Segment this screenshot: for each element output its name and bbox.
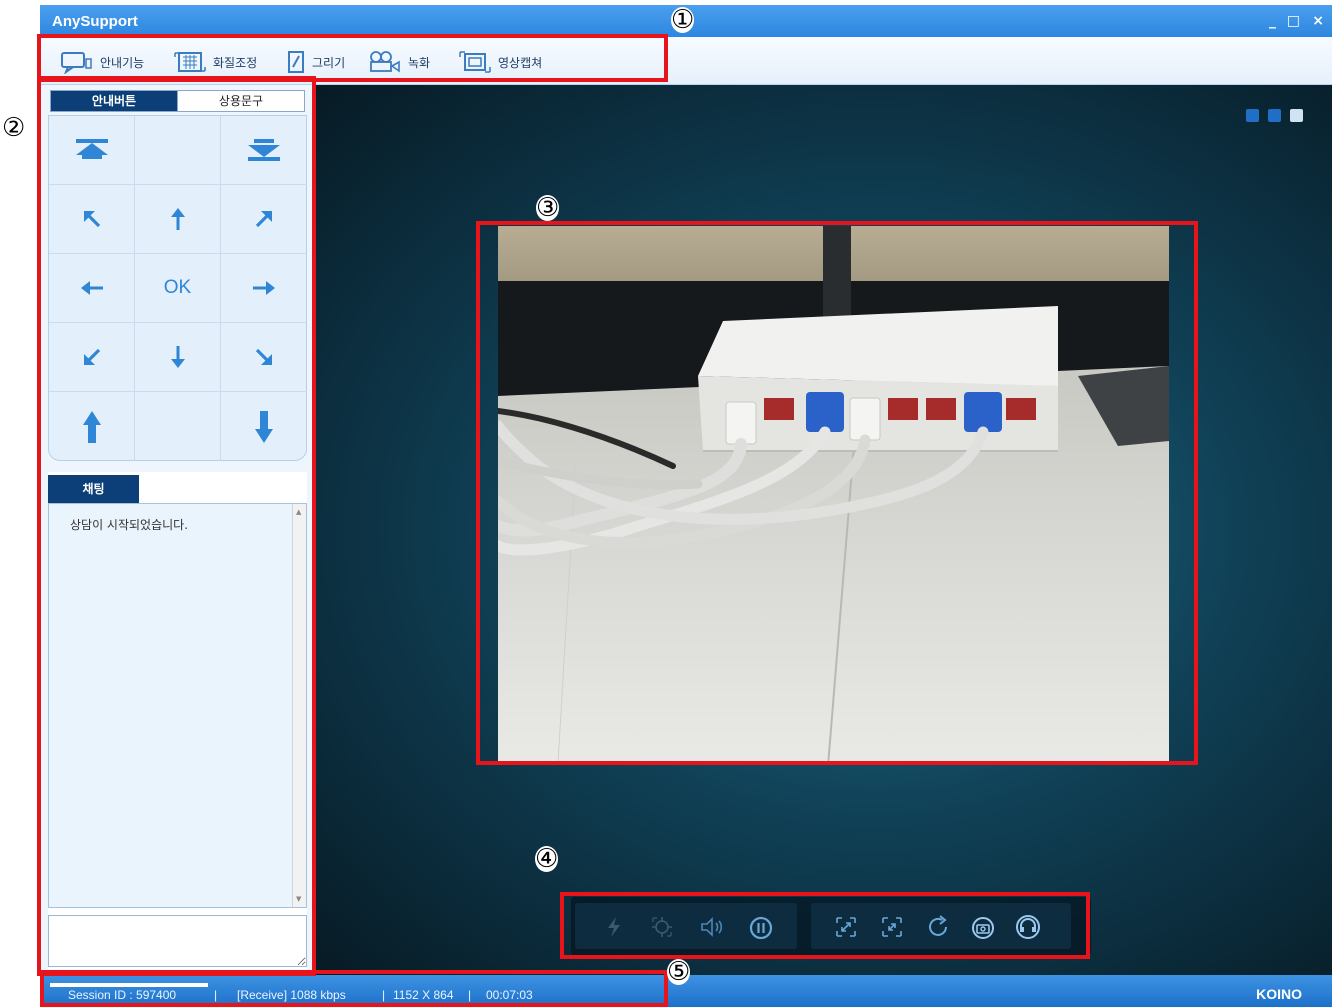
maximize-button[interactable]: □ [1287,13,1300,29]
callout-4: ④ [535,844,559,874]
minimize-button[interactable]: _ [1269,13,1276,29]
close-button[interactable]: × [1312,13,1324,29]
highlight-box-video [476,221,1198,765]
highlight-box-toolbar [37,34,668,82]
layout-button-2[interactable] [1268,109,1281,122]
callout-1: ① [671,5,695,35]
highlight-box-controls [560,892,1090,959]
highlight-box-status [40,970,668,1007]
layout-buttons [1246,107,1308,125]
layout-button-1[interactable] [1246,109,1259,122]
application-window: { "window": { "title": "AnySupport", "co… [0,0,1332,1007]
layout-button-3[interactable] [1290,109,1303,122]
callout-5: ⑤ [667,957,691,987]
callout-2: ② [2,113,26,143]
highlight-box-left-panel [37,76,316,976]
callout-3: ③ [536,193,560,223]
brand-logo: KOINO [1256,986,1302,1002]
app-title: AnySupport [52,13,138,30]
